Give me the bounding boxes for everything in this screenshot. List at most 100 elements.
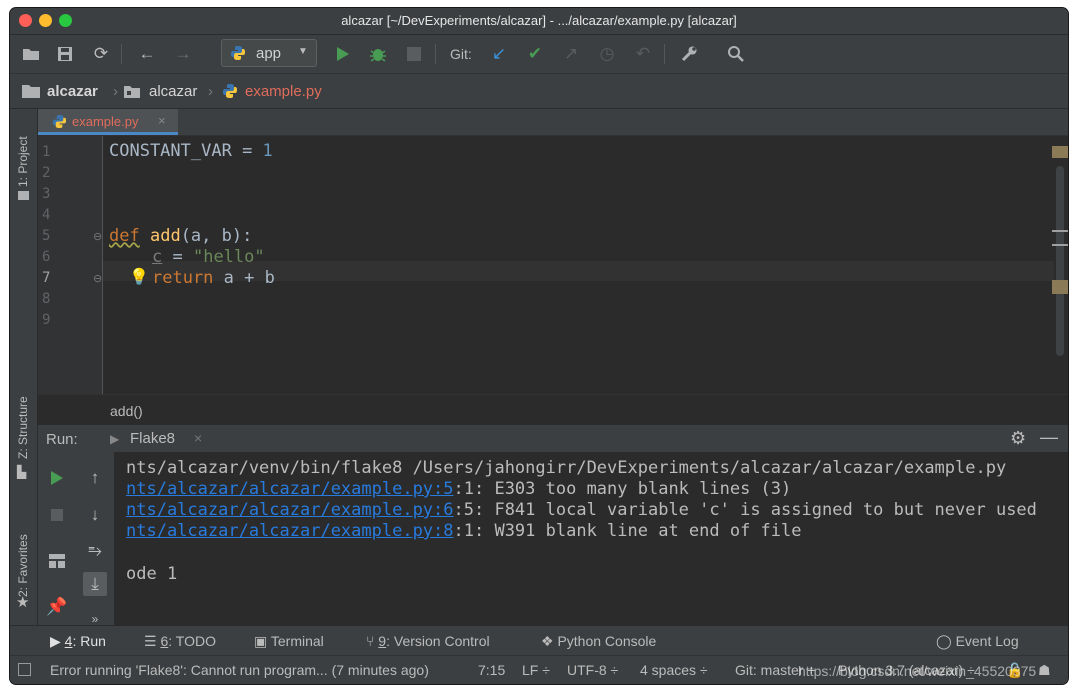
open-folder-icon[interactable]	[20, 43, 42, 65]
project-tool-button[interactable]: 1: Project	[16, 136, 30, 187]
terminal-icon: ▣	[254, 633, 268, 649]
encoding-select[interactable]: UTF-8 ÷	[567, 662, 618, 678]
debug-icon[interactable]	[367, 43, 389, 65]
run-panel-header: Run: ▶ Flake8 × ⚙ —	[38, 424, 1068, 453]
search-icon[interactable]	[725, 43, 747, 65]
python-icon	[231, 46, 245, 60]
tool-window-terminal[interactable]: ▣ Terminal	[254, 633, 324, 650]
favorites-tool-button[interactable]: 2: Favorites	[16, 534, 30, 597]
star-icon: ★	[16, 594, 30, 611]
run-tab-flake8[interactable]: ▶ Flake8 ×	[110, 429, 220, 451]
sync-icon[interactable]: ⟳	[90, 43, 112, 65]
console-command-line: nts/alcazar/venv/bin/flake8 /Users/jahon…	[126, 458, 1007, 478]
run-icon[interactable]	[332, 43, 354, 65]
structure-tool-button[interactable]: Z: Structure	[16, 396, 30, 459]
git-commit-icon[interactable]: ✔	[524, 43, 546, 65]
save-icon[interactable]	[54, 43, 76, 65]
run-console[interactable]: nts/alcazar/venv/bin/flake8 /Users/jahon…	[114, 452, 1068, 625]
folder-icon	[22, 85, 40, 98]
hide-panel-icon[interactable]: —	[1040, 427, 1058, 448]
run-panel-label: Run:	[46, 431, 78, 448]
run-panel-toolbar: ↑ ↓ ⥱ ⤓ 📌 »	[38, 452, 114, 626]
git-update-icon[interactable]: ↙	[488, 43, 510, 65]
pin-icon[interactable]: 📌	[45, 595, 69, 619]
stop-icon[interactable]	[45, 503, 69, 527]
chevron-right-icon: ›	[113, 83, 118, 100]
git-revert-icon[interactable]: ↶	[632, 43, 654, 65]
error-stripe-marker[interactable]	[1052, 244, 1068, 246]
fold-icon[interactable]: ⊖	[93, 230, 102, 243]
close-tab-icon[interactable]: ×	[194, 430, 202, 446]
scroll-to-end-icon[interactable]: ⤓	[83, 572, 107, 596]
soft-wrap-icon[interactable]: ⥱	[83, 539, 107, 563]
line-number: 5	[42, 228, 51, 244]
line-number: 3	[42, 186, 51, 202]
console-file-link[interactable]: nts/alcazar/alcazar/example.py:6	[126, 500, 454, 520]
stop-icon[interactable]	[403, 43, 425, 65]
line-separator-select[interactable]: LF ÷	[522, 662, 550, 678]
speech-bubble-icon: ◯	[936, 633, 952, 649]
line-number: 2	[42, 165, 51, 181]
line-number: 8	[42, 291, 51, 307]
chevron-right-icon: ›	[208, 83, 213, 100]
indent-select[interactable]: 4 spaces ÷	[640, 662, 708, 678]
inspector-icon[interactable]: ☗	[1038, 662, 1051, 679]
code-editor[interactable]: 1 2 3 4 5 6 7 8 9 ⊖ ⊖ 💡 CONSTANT_VAR = 1…	[38, 136, 1068, 394]
structure-icon: ▙	[17, 465, 27, 479]
caret-position[interactable]: 7:15	[478, 662, 505, 678]
line-number: 7	[42, 270, 51, 286]
status-message[interactable]: Error running 'Flake8': Cannot run progr…	[50, 662, 429, 678]
function-breadcrumb[interactable]: add()	[110, 403, 143, 419]
tool-window-todo[interactable]: ☰ 6: TODO	[144, 633, 216, 650]
warning-stripe-marker[interactable]	[1052, 280, 1068, 294]
tab-example-py[interactable]: example.py ×	[38, 109, 178, 135]
tool-window-python-console[interactable]: ❖ Python Console	[541, 633, 656, 650]
console-exit-line: ode 1	[126, 564, 178, 584]
editor-breadcrumb-bar: add()	[38, 394, 1068, 425]
toggle-tool-windows-icon[interactable]	[18, 663, 31, 676]
console-error-line: nts/alcazar/alcazar/example.py:5:1: E303…	[126, 479, 792, 499]
rerun-icon[interactable]	[45, 466, 69, 490]
code-line-7: return a + b	[152, 268, 275, 288]
error-stripe-marker[interactable]	[1052, 230, 1068, 232]
chevron-down-icon: ▼	[298, 46, 308, 57]
tab-label: example.py	[72, 114, 139, 129]
left-tool-stripe: 1: Project Z: Structure ▙ 2: Favorites ★	[10, 109, 38, 625]
branch-icon: ⑂	[366, 633, 375, 649]
scroll-down-icon[interactable]: ↓	[83, 503, 107, 527]
console-file-link[interactable]: nts/alcazar/alcazar/example.py:5	[126, 479, 454, 499]
git-history-icon[interactable]: ◷	[596, 43, 618, 65]
code-line-6: c = "hello"	[152, 247, 265, 267]
tool-window-event-log[interactable]: ◯ Event Log	[936, 633, 1019, 650]
layout-icon[interactable]	[45, 549, 69, 573]
lightbulb-icon[interactable]: 💡	[129, 267, 149, 287]
git-push-icon[interactable]: ↗	[560, 43, 582, 65]
console-file-link[interactable]: nts/alcazar/alcazar/example.py:8	[126, 521, 454, 541]
close-tab-icon[interactable]: ×	[158, 113, 166, 128]
forward-icon[interactable]: →	[172, 43, 194, 65]
navigation-bar: alcazar › alcazar › example.py	[10, 74, 1068, 109]
code-line-1: CONSTANT_VAR = 1	[109, 141, 273, 161]
fold-icon[interactable]: ⊖	[93, 272, 102, 285]
back-icon[interactable]: ←	[136, 43, 158, 65]
project-folder-icon	[18, 191, 29, 200]
settings-wrench-icon[interactable]	[678, 43, 700, 65]
breadcrumb-package[interactable]: alcazar	[149, 83, 197, 100]
git-label: Git:	[450, 46, 472, 62]
breadcrumb-file[interactable]: example.py	[245, 83, 322, 100]
run-config-select[interactable]: app ▼	[221, 39, 317, 67]
tool-window-version-control[interactable]: ⑂ 9: Version Control	[366, 633, 490, 649]
vertical-scrollbar[interactable]	[1056, 166, 1064, 356]
inspection-status-icon[interactable]	[1052, 146, 1068, 158]
line-number: 1	[42, 144, 51, 160]
code-line-5: def add(a, b):	[109, 226, 253, 246]
window-title: alcazar [~/DevExperiments/alcazar] - ...…	[341, 13, 737, 28]
console-error-line: nts/alcazar/alcazar/example.py:8:1: W391…	[126, 521, 802, 541]
gear-icon[interactable]: ⚙	[1010, 428, 1026, 449]
breadcrumb-project[interactable]: alcazar	[47, 83, 98, 100]
run-tab-play-icon: ▶	[110, 432, 120, 446]
tool-window-run[interactable]: ▶ 4: Run	[50, 633, 106, 650]
line-number: 9	[42, 312, 51, 328]
watermark-text: https://blog.csdn.net/weixin_45520375	[798, 663, 1037, 679]
scroll-up-icon[interactable]: ↑	[83, 466, 107, 490]
